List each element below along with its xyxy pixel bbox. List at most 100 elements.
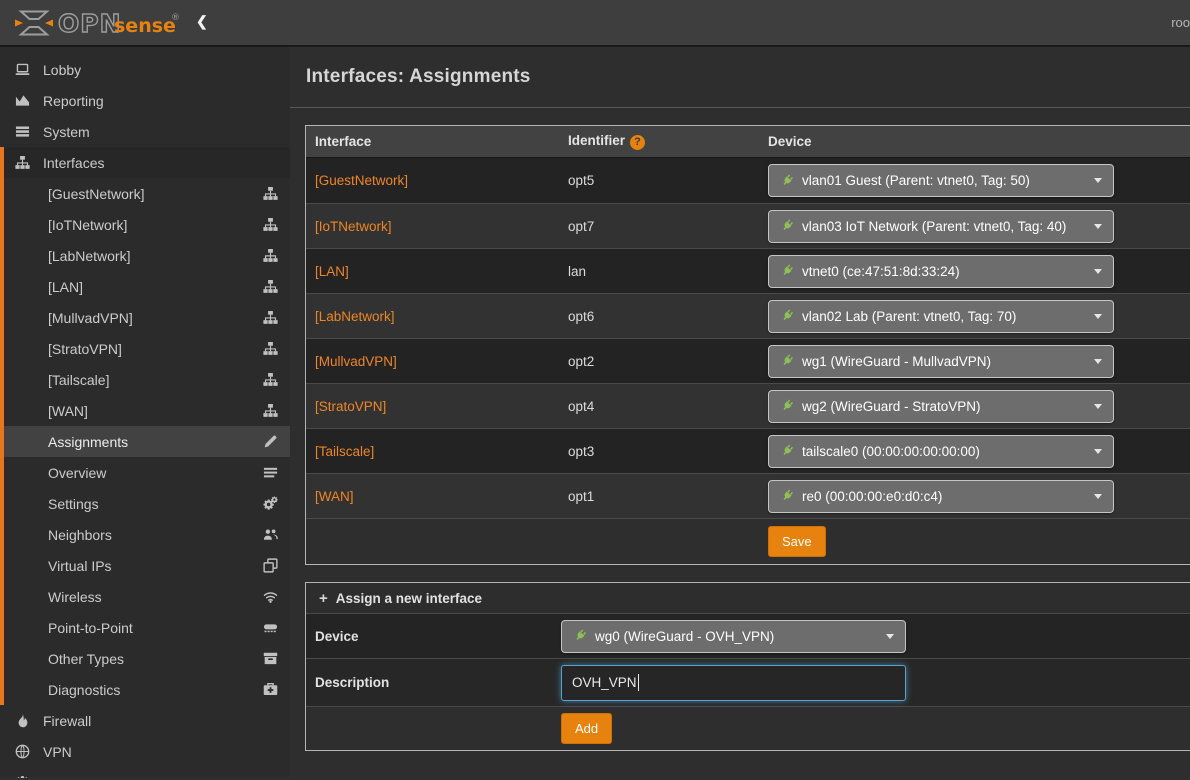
sidebar-item-mullvadvpn[interactable]: [MullvadVPN] xyxy=(0,302,290,333)
interface-link[interactable]: [WAN] xyxy=(315,489,354,504)
device-select[interactable]: tailscale0 (00:00:00:00:00:00) xyxy=(768,435,1114,468)
caret-down-icon xyxy=(1094,224,1102,229)
sidebar-item-neighbors[interactable]: Neighbors xyxy=(0,519,290,550)
device-select[interactable]: wg2 (WireGuard - StratoVPN) xyxy=(768,390,1114,423)
sidebar-item-label: [StratoVPN] xyxy=(48,341,122,357)
device-select[interactable]: vlan02 Lab (Parent: vtnet0, Tag: 70) xyxy=(768,300,1114,333)
sidebar-item-other-types[interactable]: Other Types xyxy=(0,643,290,674)
brand-opn-text: OPN xyxy=(58,9,122,38)
sidebar-item-label: Assignments xyxy=(48,434,128,450)
interface-link[interactable]: [Tailscale] xyxy=(315,444,374,459)
interface-link[interactable]: [IoTNetwork] xyxy=(315,219,392,234)
sidebar-item-firewall[interactable]: Firewall xyxy=(0,705,290,736)
opnsense-logo[interactable]: OPN sense ® xyxy=(0,8,290,38)
sitemap-icon xyxy=(13,155,31,170)
sidebar-item-system[interactable]: System xyxy=(0,116,290,147)
device-select[interactable]: vtnet0 (ce:47:51:8d:33:24) xyxy=(768,255,1114,288)
caret-down-icon xyxy=(1094,494,1102,499)
interface-link[interactable]: [MullvadVPN] xyxy=(315,354,397,369)
column-identifier: Identifier? xyxy=(568,133,768,150)
sidebar-item-guestnetwork[interactable]: [GuestNetwork] xyxy=(0,178,290,209)
plug-icon xyxy=(780,264,794,278)
logged-in-user[interactable]: roo xyxy=(1171,15,1190,30)
sidebar-item-assignments[interactable]: Assignments xyxy=(0,426,290,457)
interface-link[interactable]: [StratoVPN] xyxy=(315,399,386,414)
identifier-value: lan xyxy=(568,264,586,279)
help-icon[interactable]: ? xyxy=(630,135,645,150)
list-icon xyxy=(13,124,31,139)
collapse-sidebar-icon[interactable]: ❮ xyxy=(196,13,208,30)
bars-icon xyxy=(263,465,278,480)
description-input[interactable]: OVH_VPN xyxy=(561,665,906,701)
sidebar-item-stratovpn[interactable]: [StratoVPN] xyxy=(0,333,290,364)
sidebar-item-wan[interactable]: [WAN] xyxy=(0,395,290,426)
device-select[interactable]: wg1 (WireGuard - MullvadVPN) xyxy=(768,345,1114,378)
sidebar-item-label: Diagnostics xyxy=(48,682,120,698)
sidebar-item-label: Lobby xyxy=(43,62,81,78)
opnsense-hourglass-icon xyxy=(15,11,53,34)
clone-icon xyxy=(263,558,278,573)
identifier-value: opt3 xyxy=(568,444,594,459)
interface-link[interactable]: [GuestNetwork] xyxy=(315,173,408,188)
sidebar-item-reporting[interactable]: Reporting xyxy=(0,85,290,116)
sitemap-icon xyxy=(263,186,278,201)
sidebar-item-wireless[interactable]: Wireless xyxy=(0,581,290,612)
sitemap-icon xyxy=(263,248,278,263)
sidebar-item-iotnetwork[interactable]: [IoTNetwork] xyxy=(0,209,290,240)
sidebar-item-tailscale[interactable]: [Tailscale] xyxy=(0,364,290,395)
table-row: [WAN] opt1 re0 (00:00:00:e0:d0:c4) xyxy=(306,473,1190,518)
sidebar-item-settings[interactable]: Settings xyxy=(0,488,290,519)
sidebar-item-label: Interfaces xyxy=(43,155,104,171)
sidebar-item-label: [IoTNetwork] xyxy=(48,217,127,233)
sidebar-item-services[interactable]: Services xyxy=(0,767,290,778)
interface-link[interactable]: [LAN] xyxy=(315,264,349,279)
caret-down-icon xyxy=(1094,359,1102,364)
archive-icon xyxy=(263,651,278,666)
add-button[interactable]: Add xyxy=(561,713,612,744)
sidebar-item-label: Services xyxy=(43,775,97,779)
fire-icon xyxy=(13,713,31,728)
plug-icon xyxy=(780,354,794,368)
sitemap-icon xyxy=(263,217,278,232)
sidebar-item-point-to-point[interactable]: Point-to-Point xyxy=(0,612,290,643)
cogs-icon xyxy=(263,496,278,511)
identifier-value: opt7 xyxy=(568,219,594,234)
brand-sense-text: sense xyxy=(114,15,176,37)
identifier-value: opt2 xyxy=(568,354,594,369)
device-selected-value: vlan01 Guest (Parent: vtnet0, Tag: 50) xyxy=(802,173,1030,188)
text-cursor xyxy=(638,674,639,691)
save-button[interactable]: Save xyxy=(768,526,826,557)
device-select[interactable]: re0 (00:00:00:e0:d0:c4) xyxy=(768,480,1114,513)
device-selected-value: wg1 (WireGuard - MullvadVPN) xyxy=(802,354,991,369)
sidebar-item-overview[interactable]: Overview xyxy=(0,457,290,488)
sidebar-item-vpn[interactable]: VPN xyxy=(0,736,290,767)
device-select[interactable]: vlan03 IoT Network (Parent: vtnet0, Tag:… xyxy=(768,210,1114,243)
plug-icon xyxy=(780,309,794,323)
table-row: [LabNetwork] opt6 vlan02 Lab (Parent: vt… xyxy=(306,293,1190,338)
sidebar-item-virtual-ips[interactable]: Virtual IPs xyxy=(0,550,290,581)
modem-icon xyxy=(263,620,278,635)
sidebar-item-label: VPN xyxy=(43,744,72,760)
description-value: OVH_VPN xyxy=(572,675,637,690)
sidebar-item-lan[interactable]: [LAN] xyxy=(0,271,290,302)
sidebar-item-lobby[interactable]: Lobby xyxy=(0,54,290,85)
new-device-select[interactable]: wg0 (WireGuard - OVH_VPN) xyxy=(561,620,906,653)
description-label: Description xyxy=(306,675,561,690)
sidebar-item-labnetwork[interactable]: [LabNetwork] xyxy=(0,240,290,271)
sidebar-item-label: Other Types xyxy=(48,651,124,667)
caret-down-icon xyxy=(1094,404,1102,409)
identifier-value: opt5 xyxy=(568,173,594,188)
interface-link[interactable]: [LabNetwork] xyxy=(315,309,395,324)
main-content: Interfaces: Assignments Interface Identi… xyxy=(290,47,1190,778)
assign-panel-title: Assign a new interface xyxy=(336,591,482,606)
sidebar-item-label: Settings xyxy=(48,496,99,512)
page-title-bar: Interfaces: Assignments xyxy=(290,47,1190,108)
device-select[interactable]: vlan01 Guest (Parent: vtnet0, Tag: 50) xyxy=(768,164,1114,197)
sidebar-item-diagnostics[interactable]: Diagnostics xyxy=(0,674,290,705)
sidebar-item-label: [GuestNetwork] xyxy=(48,186,144,202)
globe-icon xyxy=(13,744,31,759)
sidebar-item-interfaces[interactable]: Interfaces xyxy=(0,147,290,178)
sidebar-item-label: [LAN] xyxy=(48,279,83,295)
sidebar-item-label: Point-to-Point xyxy=(48,620,133,636)
top-header-bar: OPN sense ® ❮ roo xyxy=(0,0,1190,47)
